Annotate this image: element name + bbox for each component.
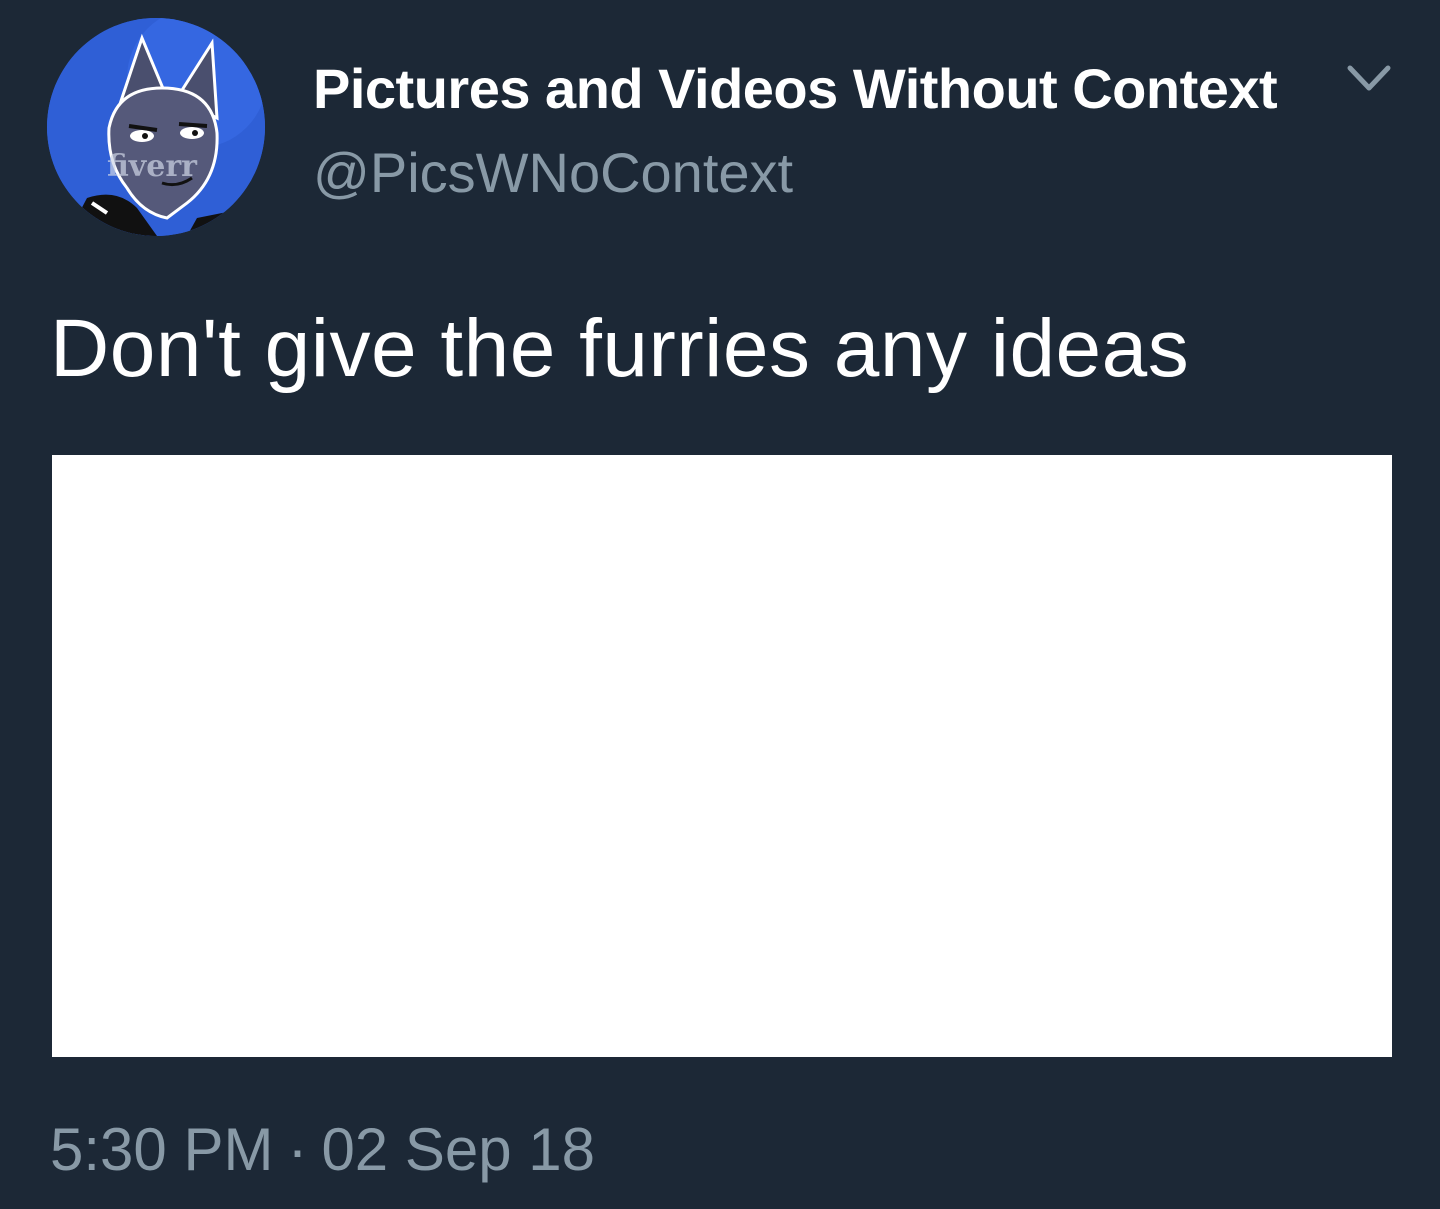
tweet-timestamp[interactable]: 5:30 PM · 02 Sep 18 (50, 1115, 595, 1184)
tweet-time: 5:30 PM (50, 1116, 274, 1183)
tweet-date: 02 Sep 18 (321, 1116, 596, 1183)
avatar-image: fiverr (47, 18, 265, 236)
tweet-menu-button[interactable] (1344, 60, 1394, 100)
author-display-name[interactable]: Pictures and Videos Without Context (313, 56, 1278, 121)
tweet-text: Don't give the furries any ideas (50, 303, 1190, 394)
timestamp-separator: · (287, 1116, 308, 1183)
watermark-text: fiverr (107, 149, 198, 184)
avatar[interactable]: fiverr (47, 18, 265, 236)
chevron-down-icon (1347, 65, 1391, 91)
tweet-media[interactable] (52, 455, 1392, 1057)
author-handle[interactable]: @PicsWNoContext (313, 140, 793, 205)
tweet-card: fiverr Pictures and Videos Without Conte… (0, 0, 1440, 1209)
